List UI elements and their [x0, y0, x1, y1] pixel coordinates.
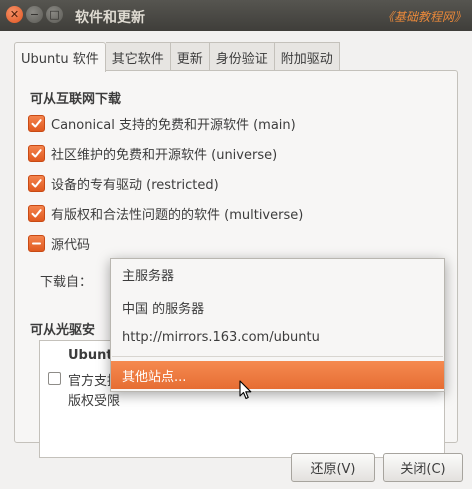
dropdown-item-china-server[interactable]: 中国 的服务器 [111, 293, 444, 321]
internet-section-title: 可从互联网下载 [30, 92, 122, 107]
checkbox-main[interactable]: Canonical 支持的免费和开源软件 (main) [28, 114, 296, 133]
dropdown-separator [112, 356, 443, 357]
checkbox-multiverse-label: 有版权和合法性问题的的软件 (multiverse) [51, 208, 304, 223]
checkbox-multiverse[interactable]: 有版权和合法性问题的的软件 (multiverse) [28, 204, 303, 223]
checkbox-checked-icon[interactable] [28, 205, 45, 222]
cdrom-section-title: 可从光驱安 [30, 323, 96, 338]
title-bar: ✕ − □ 软件和更新 《基础教程网》 [0, 0, 472, 31]
checkbox-checked-icon[interactable] [28, 175, 45, 192]
download-server-dropdown: 主服务器 中国 的服务器 http://mirrors.163.com/ubun… [110, 258, 445, 392]
close-window-icon[interactable]: ✕ [6, 6, 23, 23]
cdrom-restricted-copyright: 版权受限 [68, 394, 121, 409]
checkbox-universe[interactable]: 社区维护的免费和开源软件 (universe) [28, 144, 277, 163]
checkbox-source-code-label: 源代码 [51, 238, 91, 253]
mouse-cursor-icon [239, 380, 252, 400]
tab-other-software[interactable]: 其它软件 [105, 42, 171, 71]
checkbox-checked-icon[interactable] [28, 145, 45, 162]
checkbox-universe-label: 社区维护的免费和开源软件 (universe) [51, 148, 278, 163]
watermark: 《基础教程网》 [381, 10, 466, 24]
close-button[interactable]: 关闭(C) [383, 453, 463, 482]
dropdown-item-other-sites[interactable]: 其他站点... [111, 361, 444, 389]
download-from-label: 下载自： [40, 275, 93, 290]
dropdown-item-main-server[interactable]: 主服务器 [111, 260, 444, 288]
cdrom-checkbox[interactable] [48, 372, 61, 385]
tab-ubuntu-software[interactable]: Ubuntu 软件 [14, 42, 106, 72]
checkbox-mixed-icon[interactable] [28, 235, 45, 252]
software-updates-window: Ubuntu 软件 其它软件 更新 身份验证 附加驱动 可从互联网下载 Cano… [0, 31, 472, 489]
minimize-window-icon[interactable]: − [26, 6, 43, 23]
dropdown-item-mirror-163[interactable]: http://mirrors.163.com/ubuntu [111, 323, 444, 351]
checkbox-checked-icon[interactable] [28, 115, 45, 132]
window-title: 软件和更新 [75, 10, 145, 26]
checkbox-main-label: Canonical 支持的免费和开源软件 (main) [51, 118, 296, 133]
checkbox-restricted-label: 设备的专有驱动 (restricted) [51, 178, 219, 193]
tab-additional-drivers[interactable]: 附加驱动 [274, 42, 340, 71]
checkbox-source-code[interactable]: 源代码 [28, 234, 90, 253]
tab-updates[interactable]: 更新 [170, 42, 210, 71]
revert-button[interactable]: 还原(V) [291, 453, 375, 482]
tab-bar: Ubuntu 软件 其它软件 更新 身份验证 附加驱动 [14, 42, 340, 72]
tab-authentication[interactable]: 身份验证 [209, 42, 275, 71]
maximize-window-icon[interactable]: □ [46, 6, 63, 23]
checkbox-restricted[interactable]: 设备的专有驱动 (restricted) [28, 174, 219, 193]
